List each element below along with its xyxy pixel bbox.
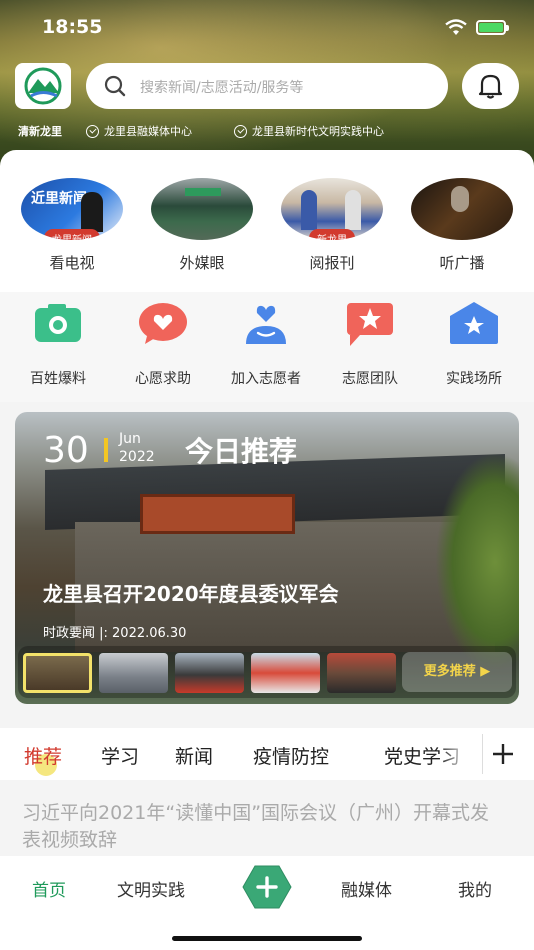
media-tag: 龙里新闻 (44, 229, 100, 240)
service-label: 加入志愿者 (231, 371, 301, 387)
tab-fade (440, 736, 470, 772)
thumbnail-item[interactable] (251, 653, 320, 693)
nav-mine[interactable]: 我的 (458, 876, 492, 901)
media-item-foreign[interactable]: 外媒眼 (151, 178, 253, 273)
date-year: 2022 (119, 449, 155, 465)
tab-epidemic[interactable]: 疫情防控 (253, 742, 329, 769)
date-divider (104, 438, 108, 462)
service-join[interactable]: 加入志愿者 (216, 300, 316, 388)
center-plus-button[interactable] (241, 864, 293, 910)
add-tab-button[interactable] (482, 734, 522, 774)
search-placeholder: 搜索新闻/志愿活动/服务等 (140, 80, 304, 96)
media-thumbnail (151, 178, 253, 240)
thumbnail-item[interactable] (327, 653, 396, 693)
banner-photo-tree (435, 452, 519, 672)
service-label: 实践场所 (446, 371, 502, 387)
app-logo[interactable] (15, 63, 71, 109)
volunteer-icon (246, 305, 286, 344)
bell-icon (478, 74, 503, 99)
bottom-nav: 首页 文明实践 融媒体 我的 (0, 856, 534, 950)
service-label: 心愿求助 (135, 371, 191, 387)
featured-banner[interactable]: 30 Jun 2022 今日推荐 龙里县召开2020年度县委议军会 时政要闻 |… (15, 412, 519, 704)
nav-home[interactable]: 首页 (32, 876, 66, 901)
org-main-label: 清新龙里 (18, 125, 62, 138)
media-label: 看电视 (49, 254, 95, 272)
media-label: 听广播 (439, 254, 485, 272)
more-recommend-button[interactable]: 更多推荐 ▶ (402, 652, 512, 692)
status-bar: 18:55 (0, 0, 534, 56)
logo-mountain-icon (24, 67, 62, 105)
tab-study[interactable]: 学习 (101, 742, 139, 769)
media-thumbnail (411, 178, 513, 240)
org-item[interactable]: 龙里县新时代文明实践中心 (234, 123, 384, 139)
tab-news[interactable]: 新闻 (175, 742, 213, 769)
camera-icon (35, 304, 81, 342)
media-card: 近里新闻 龙里新闻 看电视 外媒眼 新龙里 阅报刊 听广播 (0, 150, 534, 292)
thumbnail-item[interactable] (175, 653, 244, 693)
media-thumbnail: 近里新闻 龙里新闻 (21, 178, 123, 240)
notification-button[interactable] (462, 63, 519, 109)
banner-headline[interactable]: 龙里县召开2020年度县委议军会 (43, 578, 339, 607)
recommend-title: 今日推荐 (185, 435, 298, 468)
service-report[interactable]: 百姓爆料 (8, 300, 108, 388)
star-house-icon (450, 302, 498, 344)
thumbnail-strip: 更多推荐 ▶ (18, 646, 516, 698)
news-item-title[interactable]: 习近平向2021年“读懂中国”国际会议（广州）开幕式发表视频致辞 (22, 800, 502, 854)
heart-bubble-icon (139, 303, 187, 344)
media-item-radio[interactable]: 听广播 (411, 178, 513, 273)
search-bar[interactable]: 搜索新闻/志愿活动/服务等 (86, 63, 448, 109)
plus-icon (493, 744, 513, 764)
tab-recommend[interactable]: 推荐 (24, 742, 62, 769)
service-wish[interactable]: 心愿求助 (113, 300, 213, 388)
media-item-tv[interactable]: 近里新闻 龙里新闻 看电视 (21, 178, 123, 273)
media-item-newspaper[interactable]: 新龙里 阅报刊 (281, 178, 383, 273)
media-tag: 新龙里 (309, 229, 355, 240)
check-circle-icon (86, 124, 99, 138)
banner-meta: 时政要闻 |: 2022.06.30 (43, 626, 187, 641)
banner-photo-sign (140, 494, 295, 534)
nav-civilization[interactable]: 文明实践 (117, 876, 185, 901)
org-row: 清新龙里 龙里县融媒体中心 龙里县新时代文明实践中心 (0, 121, 534, 141)
media-thumbnail: 新龙里 (281, 178, 383, 240)
date-month-year: Jun 2022 (119, 430, 155, 466)
org-label: 龙里县融媒体中心 (104, 125, 192, 138)
thumbnail-item[interactable] (23, 653, 92, 693)
media-label: 外媒眼 (179, 254, 225, 272)
battery-icon (476, 20, 509, 35)
service-row: 百姓爆料 心愿求助 加入志愿者 志愿团队 实践场所 (0, 292, 534, 402)
status-time: 18:55 (42, 16, 103, 38)
service-place[interactable]: 实践场所 (424, 300, 524, 388)
org-item[interactable]: 龙里县融媒体中心 (86, 123, 192, 139)
nav-media[interactable]: 融媒体 (341, 876, 392, 901)
service-team[interactable]: 志愿团队 (320, 300, 420, 388)
star-flag-icon (347, 303, 393, 346)
media-label: 阅报刊 (309, 254, 355, 272)
thumbnail-item[interactable] (99, 653, 168, 693)
check-circle-icon (234, 124, 247, 138)
category-tabs: 推荐 学习 新闻 疫情防控 党史学习 (0, 728, 534, 780)
wifi-icon (445, 19, 467, 35)
service-label: 志愿团队 (342, 371, 398, 387)
org-label: 龙里县新时代文明实践中心 (252, 125, 384, 138)
search-icon (104, 75, 126, 97)
service-label: 百姓爆料 (30, 371, 86, 387)
date-month: Jun (119, 431, 141, 447)
home-indicator (172, 936, 362, 941)
date-day: 30 (43, 430, 89, 471)
